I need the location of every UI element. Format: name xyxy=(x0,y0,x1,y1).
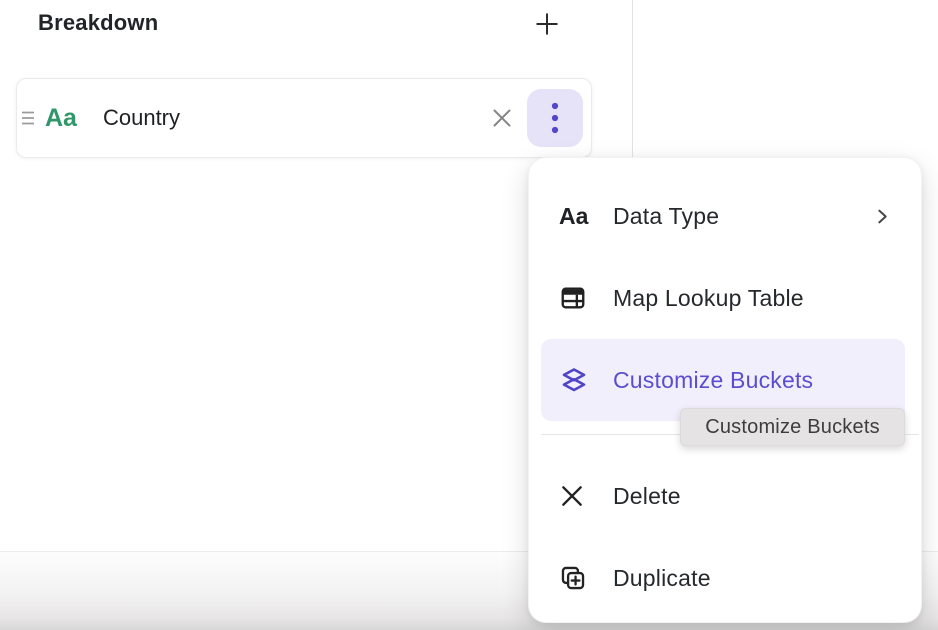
panel-header: Breakdown xyxy=(0,0,632,56)
tooltip: Customize Buckets xyxy=(680,408,905,446)
text-type-icon: Aa xyxy=(45,104,77,133)
field-label: Country xyxy=(103,105,485,131)
field-options-button[interactable] xyxy=(527,89,583,147)
menu-item-label: Data Type xyxy=(613,203,874,230)
remove-field-button[interactable] xyxy=(485,101,519,135)
chevron-right-icon xyxy=(874,208,891,225)
layers-icon xyxy=(559,365,595,395)
menu-item-map-lookup-table[interactable]: Map Lookup Table xyxy=(529,257,921,339)
menu-item-delete[interactable]: Delete xyxy=(529,455,921,537)
copy-plus-icon xyxy=(559,564,595,592)
close-icon xyxy=(490,106,514,130)
field-options-menu: Aa Data Type Map Lookup Table xyxy=(528,157,922,623)
kebab-menu-icon xyxy=(550,101,560,135)
breakdown-field-card[interactable]: Aa Country xyxy=(16,78,592,158)
add-breakdown-button[interactable] xyxy=(529,6,565,42)
text-type-icon: Aa xyxy=(559,203,595,230)
menu-item-label: Duplicate xyxy=(613,565,891,592)
menu-item-duplicate[interactable]: Duplicate xyxy=(529,537,921,619)
table-icon xyxy=(559,284,595,312)
menu-item-label: Delete xyxy=(613,483,891,510)
plus-icon xyxy=(533,10,561,38)
app-canvas: Breakdown Aa Country xyxy=(0,0,938,630)
drag-handle-icon[interactable] xyxy=(21,109,35,127)
menu-item-label: Customize Buckets xyxy=(613,367,891,394)
menu-item-data-type[interactable]: Aa Data Type xyxy=(529,175,921,257)
menu-item-label: Map Lookup Table xyxy=(613,285,891,312)
panel-title: Breakdown xyxy=(38,10,158,36)
x-icon xyxy=(559,483,595,509)
